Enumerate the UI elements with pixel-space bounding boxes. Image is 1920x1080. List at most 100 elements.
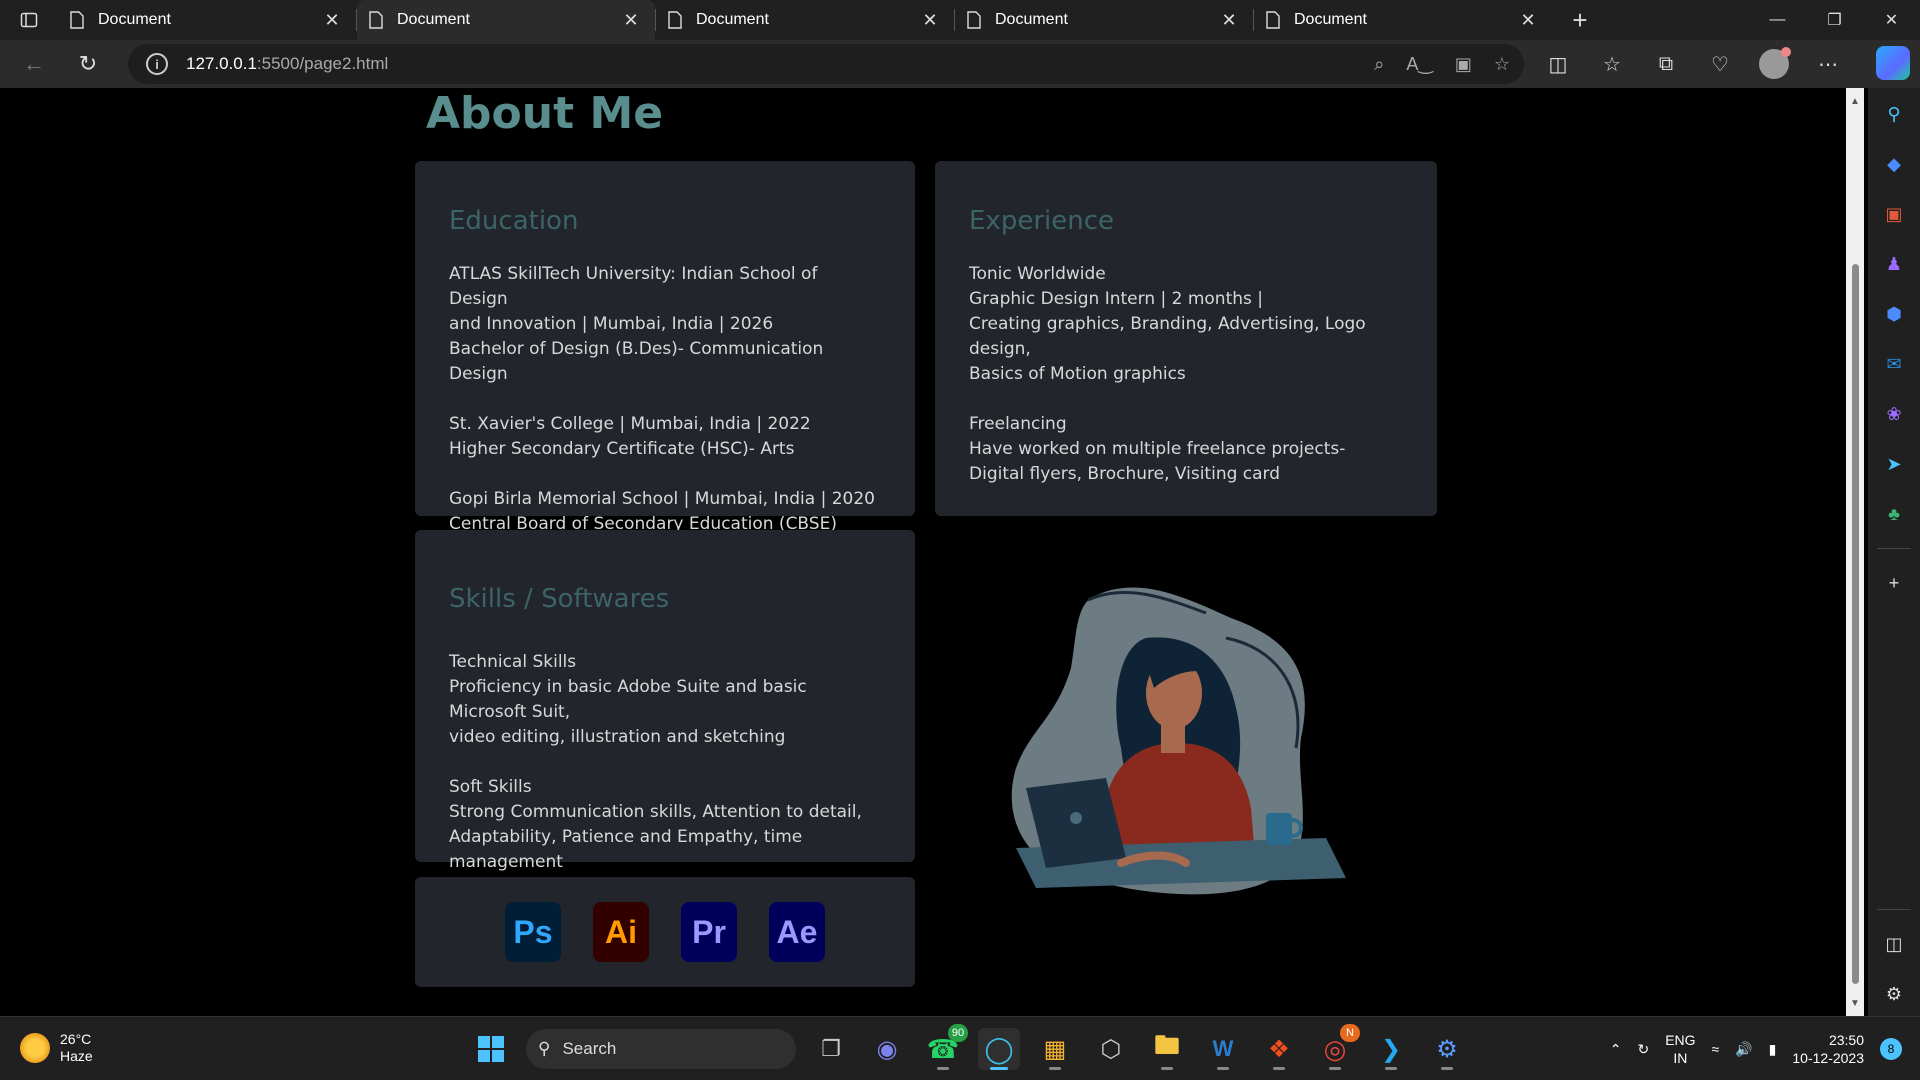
- sidebar-designer-icon[interactable]: ❀: [1878, 398, 1910, 430]
- sidebar-outlook-icon[interactable]: ✉: [1878, 348, 1910, 380]
- read-aloud-icon[interactable]: A‿: [1406, 54, 1432, 75]
- browser-toolbar: ← ↻ i 127.0.0.1:5500/page2.html ⌕ A‿ ▣ ☆…: [0, 40, 1920, 88]
- browser-tab[interactable]: Document ✕: [955, 0, 1253, 40]
- tab-close-icon[interactable]: ✕: [918, 8, 942, 32]
- chrome-badge: N: [1340, 1024, 1360, 1042]
- windows-logo-icon: [478, 1036, 504, 1062]
- copilot-icon[interactable]: [1876, 46, 1910, 80]
- sidebar-send-icon[interactable]: ➤: [1878, 448, 1910, 480]
- back-button[interactable]: ←: [14, 44, 54, 84]
- whatsapp-button[interactable]: ☎ 90: [922, 1024, 968, 1070]
- scrollbar-thumb[interactable]: [1852, 264, 1859, 984]
- clock[interactable]: 23:50 10-12-2023: [1792, 1031, 1864, 1067]
- premiere-pro-icon: Pr: [681, 902, 737, 962]
- refresh-button[interactable]: ↻: [68, 44, 108, 84]
- scroll-down-arrow[interactable]: ▼: [1846, 994, 1864, 1012]
- profile-avatar[interactable]: [1759, 47, 1791, 79]
- edge-sidebar: ⚲ ◆ ▣ ♟ ⬢ ✉ ❀ ➤ ♣ + ◫ ⚙: [1868, 88, 1920, 1016]
- clock-date: 10-12-2023: [1792, 1050, 1864, 1066]
- app-button-settings[interactable]: ⚙: [1426, 1028, 1468, 1070]
- entry-line: Technical Skills: [449, 652, 577, 672]
- tab-actions-button[interactable]: [0, 0, 58, 40]
- word-button[interactable]: W: [1202, 1028, 1244, 1070]
- tab-close-icon[interactable]: ✕: [619, 8, 643, 32]
- scroll-up-arrow[interactable]: ▲: [1846, 92, 1864, 110]
- tab-title: Document: [995, 11, 1068, 28]
- address-bar[interactable]: i 127.0.0.1:5500/page2.html ⌕ A‿ ▣ ☆: [128, 44, 1524, 84]
- sidebar-shopping-icon[interactable]: ◆: [1878, 148, 1910, 180]
- browser-tab[interactable]: Document ✕: [58, 0, 356, 40]
- page-scrollbar[interactable]: ▲ ▼: [1846, 88, 1864, 1016]
- edge-button[interactable]: ◯: [978, 1028, 1020, 1070]
- windows-taskbar: 26°C Haze ⚲ Search ❐ ◉ ☎ 90 ◯ ▦ ⬡ 🖿 W ❖ ◎…: [0, 1016, 1920, 1080]
- system-tray: ⌃ ↻ ENG IN ≈ 🔊 ▮ 23:50 10-12-2023 8: [1610, 1025, 1902, 1073]
- split-screen-icon[interactable]: ◫: [1540, 46, 1576, 82]
- sidebar-tools-icon[interactable]: ▣: [1878, 198, 1910, 230]
- card-entry: Tonic Worldwide Graphic Design Intern | 2…: [969, 262, 1403, 387]
- illustrator-icon: Ai: [593, 902, 649, 962]
- notification-badge[interactable]: 8: [1880, 1038, 1902, 1060]
- entry-line: Graphic Design Intern | 2 months |: [969, 289, 1264, 309]
- card-entry: Freelancing Have worked on multiple freel…: [969, 412, 1403, 487]
- close-window-button[interactable]: ✕: [1863, 0, 1920, 40]
- browser-tab[interactable]: Document ✕: [357, 0, 655, 40]
- entry-line: and Innovation | Mumbai, India | 2026: [449, 314, 774, 334]
- chrome-button[interactable]: ◎ N: [1314, 1024, 1360, 1070]
- vscode-button[interactable]: ❯: [1370, 1028, 1412, 1070]
- card-entry: Soft Skills Strong Communication skills, …: [449, 775, 881, 875]
- favorites-icon[interactable]: ☆: [1594, 46, 1630, 82]
- wifi-icon[interactable]: ≈: [1712, 1041, 1720, 1057]
- weather-widget[interactable]: 26°C Haze: [20, 1031, 93, 1065]
- tab-close-icon[interactable]: ✕: [1217, 8, 1241, 32]
- tab-close-icon[interactable]: ✕: [1516, 8, 1540, 32]
- app-button-unity[interactable]: ⬡: [1090, 1028, 1132, 1070]
- sidebar-hide-icon[interactable]: ◫: [1878, 928, 1910, 960]
- weather-description: Haze: [60, 1048, 93, 1064]
- file-explorer-button[interactable]: 🖿: [1146, 1028, 1188, 1070]
- sync-icon[interactable]: ↻: [1637, 1041, 1649, 1058]
- whatsapp-badge: 90: [948, 1024, 968, 1042]
- task-view-button[interactable]: ❐: [810, 1028, 852, 1070]
- entry-line: Soft Skills: [449, 777, 532, 797]
- entry-line: Higher Secondary Certificate (HSC)- Arts: [449, 439, 795, 459]
- tab-title: Document: [397, 11, 470, 28]
- sidebar-settings-icon[interactable]: ⚙: [1878, 978, 1910, 1010]
- sidebar-tree-icon[interactable]: ♣: [1878, 498, 1910, 530]
- restore-button[interactable]: ❐: [1806, 0, 1863, 40]
- battery-icon[interactable]: ▮: [1769, 1041, 1777, 1058]
- site-info-icon[interactable]: i: [146, 53, 168, 75]
- url-text[interactable]: 127.0.0.1:5500/page2.html: [186, 54, 388, 74]
- sidebar-games-icon[interactable]: ♟: [1878, 248, 1910, 280]
- browser-essentials-icon[interactable]: ♡: [1702, 46, 1738, 82]
- collections-icon[interactable]: ⧉: [1648, 46, 1684, 82]
- document-icon: [369, 11, 383, 29]
- language-indicator[interactable]: ENG IN: [1665, 1031, 1695, 1067]
- word-icon: W: [1212, 1036, 1234, 1061]
- zoom-icon[interactable]: ⌕: [1374, 54, 1384, 75]
- new-tab-button[interactable]: +: [1560, 0, 1600, 40]
- document-icon: [70, 11, 84, 29]
- store-button[interactable]: ▦: [1034, 1028, 1076, 1070]
- sidebar-add-icon[interactable]: +: [1878, 567, 1910, 599]
- browser-tab[interactable]: Document ✕: [1254, 0, 1552, 40]
- vscode-icon: ❯: [1380, 1035, 1402, 1063]
- after-effects-icon: Ae: [769, 902, 825, 962]
- sidebar-microsoft365-icon[interactable]: ⬢: [1878, 298, 1910, 330]
- more-menu-icon[interactable]: ⋯: [1810, 46, 1846, 82]
- education-card: Education ATLAS SkillTech University: In…: [415, 161, 915, 534]
- browser-tab[interactable]: Document ✕: [656, 0, 954, 40]
- entry-line: Strong Communication skills, Attention t…: [449, 802, 862, 822]
- volume-icon[interactable]: 🔊: [1735, 1041, 1752, 1058]
- tab-close-icon[interactable]: ✕: [320, 8, 344, 32]
- minimize-button[interactable]: —: [1749, 0, 1806, 40]
- teams-chat-button[interactable]: ◉: [866, 1028, 908, 1070]
- sidebar-search-icon[interactable]: ⚲: [1878, 98, 1910, 130]
- show-hidden-icons-chevron[interactable]: ⌃: [1610, 1041, 1622, 1058]
- start-button[interactable]: [470, 1028, 512, 1070]
- card-entry: ATLAS SkillTech University: Indian Schoo…: [449, 262, 881, 387]
- gear-app-icon: ⚙: [1436, 1035, 1458, 1063]
- favorite-star-icon[interactable]: ☆: [1494, 54, 1510, 75]
- immersive-reader-icon[interactable]: ▣: [1455, 54, 1472, 75]
- figma-button[interactable]: ❖: [1258, 1028, 1300, 1070]
- taskbar-search[interactable]: ⚲ Search: [526, 1029, 796, 1069]
